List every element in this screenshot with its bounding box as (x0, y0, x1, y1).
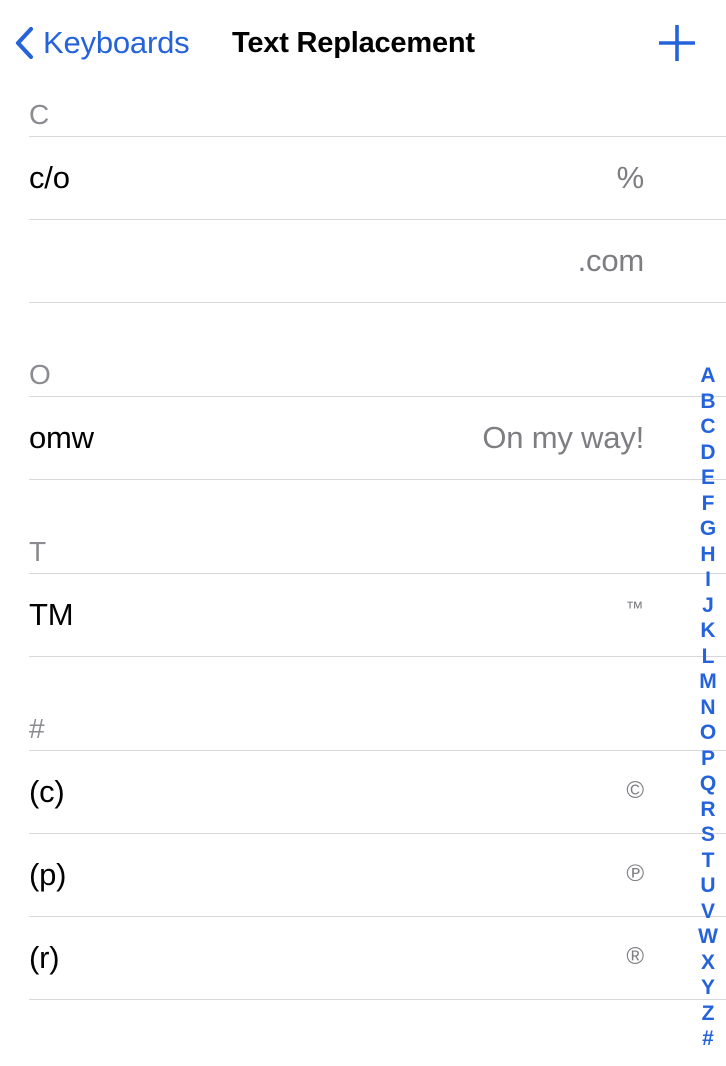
row-shortcut: TM (29, 597, 74, 632)
index-letter-f[interactable]: F (690, 491, 726, 517)
section-index-bar[interactable]: A B C D E F G H I J K L M N O P Q R S T U V W X Y Z # (690, 363, 726, 1052)
index-letter-t[interactable]: T (690, 848, 726, 874)
index-letter-g[interactable]: G (690, 516, 726, 542)
section-header: # (29, 713, 45, 744)
row-shortcut: c/o (29, 160, 70, 195)
index-letter-n[interactable]: N (690, 695, 726, 721)
index-letter-l[interactable]: L (690, 644, 726, 670)
table-row[interactable]: (r) ® (0, 917, 726, 999)
index-letter-q[interactable]: Q (690, 771, 726, 797)
list-section: T TM ™ (0, 523, 726, 657)
row-phrase: % (616, 160, 645, 195)
index-letter-o[interactable]: O (690, 720, 726, 746)
index-letter-e[interactable]: E (690, 465, 726, 491)
list-section: Oomw On my way! (0, 346, 726, 480)
index-letter-y[interactable]: Y (690, 975, 726, 1001)
index-letter-hash[interactable]: # (690, 1026, 726, 1052)
section-header: O (29, 359, 51, 390)
index-letter-v[interactable]: V (690, 899, 726, 925)
back-button[interactable]: Keyboards (14, 14, 190, 72)
page-title: Text Replacement (232, 26, 475, 59)
row-shortcut: (p) (29, 857, 67, 892)
row-separator (29, 479, 726, 480)
index-letter-d[interactable]: D (690, 440, 726, 466)
index-letter-z[interactable]: Z (690, 1001, 726, 1027)
index-letter-k[interactable]: K (690, 618, 726, 644)
index-letter-p[interactable]: P (690, 746, 726, 772)
list-section: Cc/o% .com (0, 86, 726, 303)
table-row[interactable]: (c) © (0, 751, 726, 833)
section-header: T (29, 536, 47, 567)
row-separator (29, 999, 726, 1000)
index-letter-i[interactable]: I (690, 567, 726, 593)
row-phrase: .com (577, 243, 645, 278)
row-phrase: © (626, 777, 644, 804)
index-letter-b[interactable]: B (690, 389, 726, 415)
index-letter-s[interactable]: S (690, 822, 726, 848)
table-row[interactable]: TM ™ (0, 574, 726, 656)
index-letter-c[interactable]: C (690, 414, 726, 440)
row-phrase: ℗ (626, 860, 644, 887)
list-section: # (c) © (p) ℗ (r) ® (0, 700, 726, 1000)
index-letter-w[interactable]: W (690, 924, 726, 950)
index-letter-h[interactable]: H (690, 542, 726, 568)
row-shortcut: omw (29, 420, 94, 455)
table-row[interactable]: (p) ℗ (0, 834, 726, 916)
add-button[interactable] (648, 14, 706, 72)
index-letter-x[interactable]: X (690, 950, 726, 976)
table-row[interactable]: omw On my way! (0, 397, 726, 479)
chevron-left-icon (14, 26, 34, 60)
row-shortcut: (c) (29, 774, 65, 809)
index-letter-m[interactable]: M (690, 669, 726, 695)
row-phrase: ® (626, 943, 644, 970)
text-replacement-list: Cc/o% .com Oomw On my way! T TM ™ # (c) © (p) ℗ (r) ® (0, 86, 726, 1000)
row-phrase: On my way! (482, 420, 644, 455)
index-letter-j[interactable]: J (690, 593, 726, 619)
index-letter-r[interactable]: R (690, 797, 726, 823)
row-separator (29, 302, 726, 303)
row-separator (29, 656, 726, 657)
table-row[interactable]: .com (0, 220, 726, 302)
row-shortcut: (r) (29, 940, 60, 975)
navigation-bar: Keyboards Text Replacement (0, 0, 726, 86)
row-phrase: ™ (625, 598, 644, 618)
back-button-label: Keyboards (43, 25, 190, 60)
table-row[interactable]: c/o% (0, 137, 726, 219)
section-header: C (29, 99, 50, 130)
index-letter-a[interactable]: A (690, 363, 726, 389)
plus-icon (659, 25, 695, 61)
index-letter-u[interactable]: U (690, 873, 726, 899)
